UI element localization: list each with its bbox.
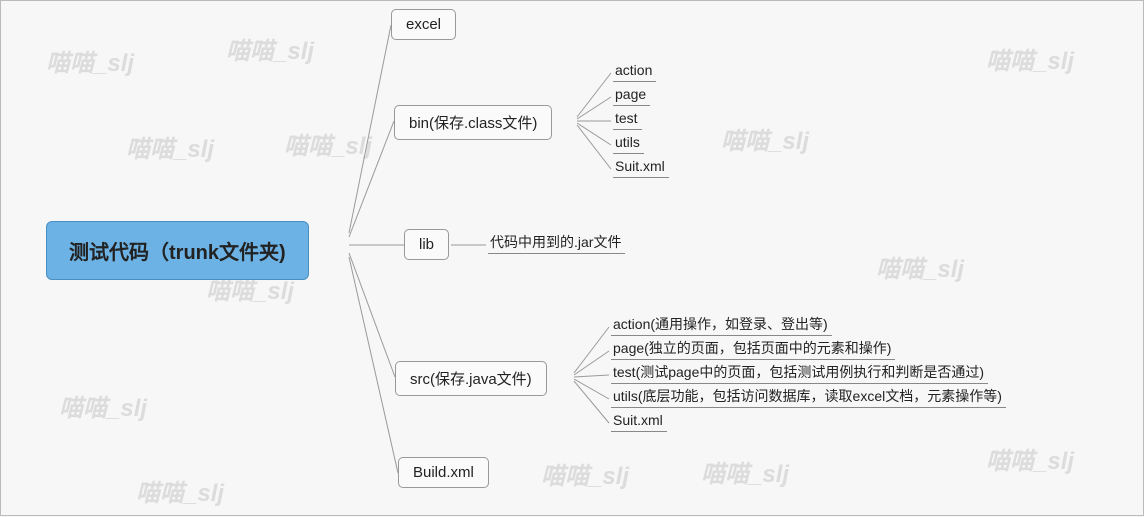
branch-bin[interactable]: bin(保存.class文件) (394, 105, 552, 140)
leaf-src-action[interactable]: action(通用操作，如登录、登出等) (611, 315, 832, 336)
watermark: 喵喵_slj (59, 388, 147, 423)
leaf-src-suit[interactable]: Suit.xml (611, 411, 667, 432)
branch-build[interactable]: Build.xml (398, 457, 489, 488)
watermark: 喵喵_slj (986, 41, 1074, 76)
leaf-lib-desc[interactable]: 代码中用到的.jar文件 (488, 233, 625, 254)
watermark: 喵喵_slj (126, 129, 214, 164)
watermark: 喵喵_slj (721, 121, 809, 156)
watermark: 喵喵_slj (136, 473, 224, 508)
leaf-bin-test[interactable]: test (613, 109, 642, 130)
branch-src[interactable]: src(保存.java文件) (395, 361, 547, 396)
leaf-bin-utils[interactable]: utils (613, 133, 644, 154)
watermark: 喵喵_slj (226, 31, 314, 66)
leaf-bin-page[interactable]: page (613, 85, 650, 106)
leaf-src-page[interactable]: page(独立的页面，包括页面中的元素和操作) (611, 339, 895, 360)
leaf-bin-suit[interactable]: Suit.xml (613, 157, 669, 178)
branch-lib[interactable]: lib (404, 229, 449, 260)
watermark: 喵喵_slj (701, 454, 789, 489)
root-node[interactable]: 测试代码（trunk文件夹) (46, 221, 309, 280)
watermark: 喵喵_slj (876, 249, 964, 284)
branch-excel[interactable]: excel (391, 9, 456, 40)
leaf-src-test[interactable]: test(测试page中的页面，包括测试用例执行和判断是否通过) (611, 363, 988, 384)
watermark: 喵喵_slj (46, 43, 134, 78)
watermark: 喵喵_slj (986, 441, 1074, 476)
watermark: 喵喵_slj (541, 456, 629, 491)
leaf-src-utils[interactable]: utils(底层功能，包括访问数据库，读取excel文档，元素操作等) (611, 387, 1006, 408)
watermark: 喵喵_slj (284, 126, 372, 161)
leaf-bin-action[interactable]: action (613, 61, 656, 82)
